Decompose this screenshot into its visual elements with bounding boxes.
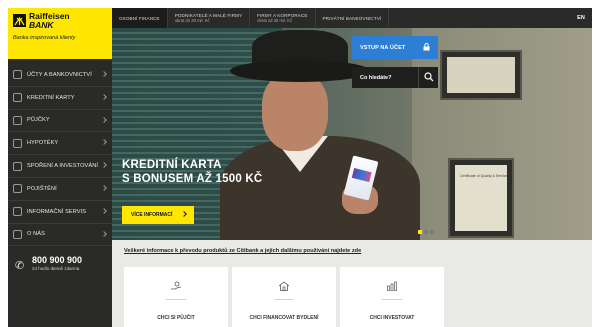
tile-label: CHCI FINANCOVAT BYDLENÍ [249,315,319,321]
login-button[interactable]: VSTUP NA ÚČET [352,36,438,59]
chevron-right-icon [101,93,107,100]
segment-tab-corporate[interactable]: Firmy a korporace obrat od 30 mil. Kč [250,8,316,28]
slider-dot[interactable] [424,230,428,234]
chevron-right-icon [181,211,187,217]
savings-icon [13,161,22,171]
sidebar-item-credit-cards[interactable]: KREDITNÍ KARTY [8,87,112,110]
search-button[interactable] [418,67,438,88]
sidebar-item-info-service[interactable]: INFORMAČNÍ SERVIS [8,201,112,224]
sidebar-item-label: HYPOTÉKY [27,140,59,147]
search-bar[interactable]: Co hledáte? [352,67,438,88]
segment-tab-private[interactable]: Privátní bankovnictví [316,8,390,28]
hero-headline-line2: S BONUSEM AŽ 1500 KČ [122,173,263,185]
slider-dot[interactable] [418,230,422,234]
phone-icon: ✆ [15,260,25,272]
more-info-button[interactable]: VÍCE INFORMACÍ [122,206,194,224]
chevron-right-icon [101,207,107,214]
sidebar-item-savings[interactable]: SPOŘENÍ A INVESTOVÁNÍ [8,155,112,178]
accounts-icon [13,70,22,80]
card-icon [13,93,22,103]
quick-links-section: Veškeré informace k převodu produktů ze … [112,240,592,327]
info-icon [13,207,22,217]
segment-tab-personal[interactable]: Osobní finance [112,8,168,28]
tile-accent-bar [166,299,186,300]
chevron-right-icon [101,116,107,123]
chevron-right-icon [101,185,107,191]
certificate-text: Certificate of Quality & Service [460,174,508,178]
sidebar-item-label: PŮJČKY [27,117,50,124]
tile-invest[interactable]: CHCI INVESTOVAT [340,267,444,327]
sidebar-item-about[interactable]: O NÁS [8,224,112,247]
browser-viewport: Certificate of Quality & Service Osobní … [8,8,592,327]
tile-label: CHCI INVESTOVAT [369,315,415,321]
language-label: EN [577,15,585,21]
sidebar-item-loans[interactable]: PŮJČKY [8,110,112,133]
sidebar-item-label: KREDITNÍ KARTY [27,94,75,101]
login-label: VSTUP NA ÚČET [360,44,406,51]
brand-tagline: Banka inspirovaná klienty [13,35,76,41]
mortgage-icon [13,138,22,148]
hand-coin-icon [171,281,182,290]
search-input[interactable]: Co hledáte? [360,75,391,81]
tile-housing[interactable]: CHCI FINANCOVAT BYDLENÍ [232,267,336,327]
tile-borrow[interactable]: CHCI SI PŮJČIT [124,267,228,327]
about-icon [13,229,22,239]
chevron-right-icon [101,71,107,77]
insurance-icon [13,184,22,194]
chevron-right-icon [101,162,107,169]
search-icon [424,72,434,82]
brand-name-bank: BANK [29,20,54,30]
tile-accent-bar [382,299,402,300]
hero-headline-line1: KREDITNÍ KARTA [122,159,222,171]
chart-bars-icon [387,281,397,291]
segment-tab-sublabel: obrat od 30 mil. Kč [257,18,293,23]
language-switch[interactable]: EN [570,8,592,28]
segment-nav: Osobní finance Podnikatelé a malé firmy … [112,8,592,28]
sidebar-item-label: POJIŠTĚNÍ [27,185,57,192]
hero-man-hat-brim [230,60,370,82]
raiffeisen-logo[interactable]: Raiffeisen BANK Banka inspirovaná klient… [8,8,112,59]
sidebar-menu: ÚČTY A BANKOVNICTVÍ KREDITNÍ KARTY PŮJČK… [8,64,112,247]
tile-accent-bar [274,299,294,300]
citibank-transfer-link[interactable]: Veškeré informace k převodu produktů ze … [124,248,442,254]
sidebar-item-accounts[interactable]: ÚČTY A BANKOVNICTVÍ [8,64,112,87]
wall-frame-certificate: Certificate of Quality & Service [448,158,514,238]
raiffeisen-gable-icon [13,14,26,27]
segment-tab-label: Osobní finance [119,15,160,21]
slider-dot[interactable] [430,230,434,234]
slider-pagination [418,230,434,234]
more-info-label: VÍCE INFORMACÍ [131,212,173,218]
hotline[interactable]: ✆ 800 900 900 24 hodin denně zdarma [8,248,112,327]
hotline-number: 800 900 900 [32,255,83,265]
hero-man-face [262,73,328,151]
tile-label: CHCI SI PŮJČIT [157,315,195,321]
house-icon [278,281,290,291]
segment-tab-sublabel: obrat do 30 mil. Kč [174,18,210,23]
sidebar-item-label: O NÁS [27,231,45,238]
sidebar-item-label: ÚČTY A BANKOVNICTVÍ [27,71,92,78]
sidebar-item-label: INFORMAČNÍ SERVIS [27,208,87,215]
hero-man-coat [220,136,420,240]
sidebar-item-label: SPOŘENÍ A INVESTOVÁNÍ [27,163,99,170]
loan-icon [13,115,22,125]
segment-tab-label: Privátní bankovnictví [322,15,382,21]
sidebar-item-mortgages[interactable]: HYPOTÉKY [8,132,112,156]
sidebar-item-insurance[interactable]: POJIŠTĚNÍ [8,178,112,201]
wall-frame-photo [440,50,522,100]
segment-tab-small-business[interactable]: Podnikatelé a malé firmy obrat do 30 mil… [168,8,251,28]
lock-icon [423,43,430,51]
hotline-hours: 24 hodin denně zdarma [32,266,80,271]
chevron-right-icon [101,139,107,146]
sidebar: Raiffeisen BANK Banka inspirovaná klient… [8,8,112,327]
chevron-right-icon [101,230,107,237]
hero-headline: KREDITNÍ KARTA S BONUSEM AŽ 1500 KČ [122,158,262,186]
